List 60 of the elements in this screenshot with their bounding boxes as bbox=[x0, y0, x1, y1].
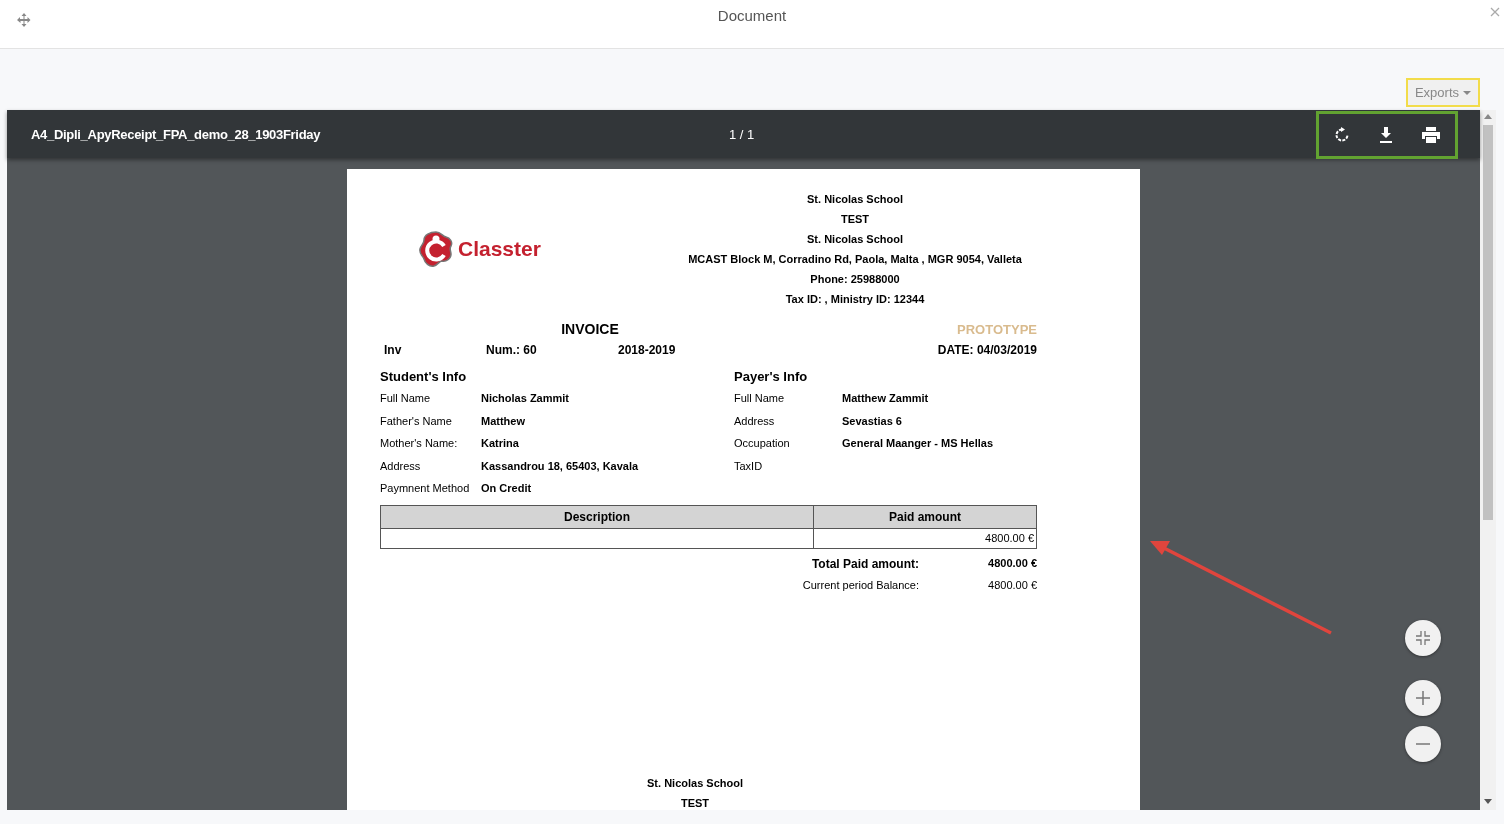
invoice-meta: Inv bbox=[384, 343, 403, 357]
field-value: Sevastias 6 bbox=[842, 414, 903, 427]
total-label: Total Paid amount: bbox=[810, 556, 920, 571]
section-heading: Student's Info bbox=[380, 369, 468, 384]
column-header: Description bbox=[380, 505, 814, 528]
field-value: Nicholas Zammit bbox=[481, 392, 571, 405]
invoice-title: INVOICE bbox=[560, 321, 620, 337]
footer-line: St. Nicolas School bbox=[647, 775, 743, 791]
field-label: Address bbox=[380, 459, 422, 472]
scrollbar-thumb[interactable] bbox=[1483, 125, 1493, 520]
download-icon[interactable] bbox=[1377, 125, 1395, 145]
field-label: TaxID bbox=[734, 459, 764, 472]
school-info-line: St. Nicolas School bbox=[806, 192, 904, 207]
field-label: Paymnent Method bbox=[380, 482, 471, 495]
scrollbar[interactable] bbox=[1480, 110, 1496, 810]
total-label: Current period Balance: bbox=[801, 578, 920, 591]
section-heading: Payer's Info bbox=[734, 369, 809, 384]
field-label: Full Name bbox=[380, 392, 432, 405]
footer-line: TEST bbox=[680, 795, 710, 810]
table-cell: 4800.00 € bbox=[813, 528, 1037, 548]
logo-icon bbox=[418, 230, 454, 268]
collapse-icon bbox=[1416, 631, 1430, 645]
invoice-meta: Num.: 60 bbox=[486, 343, 538, 357]
page-indicator: 1 / 1 bbox=[729, 126, 755, 142]
field-value: Matthew Zammit bbox=[842, 392, 930, 405]
field-label: Mother's Name: bbox=[380, 437, 459, 450]
caret-icon bbox=[1463, 90, 1471, 95]
school-info-line: St. Nicolas School bbox=[806, 232, 904, 247]
field-value: Kassandrou 18, 65403, Kavala bbox=[481, 459, 640, 472]
total-value: 4800.00 € bbox=[987, 556, 1037, 571]
window-title: Document bbox=[717, 6, 787, 24]
watermark-label: PROTOTYPE bbox=[956, 321, 1037, 337]
move-icon[interactable] bbox=[17, 13, 31, 27]
field-label: Address bbox=[734, 414, 776, 427]
school-info-line: TEST bbox=[839, 212, 871, 227]
field-label: Occupation bbox=[734, 437, 791, 450]
invoice-meta: 2018-2019 bbox=[618, 343, 677, 357]
school-info-line: MCAST Block M, Corradino Rd, Paola, Malta , MGR 9054, Valleta bbox=[687, 252, 1023, 267]
file-name: A4_Dipli_ApyReceipt_FPA_demo_28_1903Friday bbox=[31, 126, 321, 142]
column-header: Paid amount bbox=[813, 505, 1037, 528]
print-icon[interactable] bbox=[1420, 125, 1443, 145]
plus-icon bbox=[1416, 691, 1430, 705]
field-value: Matthew bbox=[481, 414, 526, 427]
field-label: Full Name bbox=[734, 392, 786, 405]
field-label: Father's Name bbox=[380, 414, 453, 427]
field-value: Katrina bbox=[481, 437, 520, 450]
minus-icon bbox=[1416, 743, 1430, 745]
zoom-out-button[interactable] bbox=[1405, 726, 1441, 762]
field-value: On Credit bbox=[481, 482, 533, 495]
scroll-down-icon[interactable] bbox=[1484, 799, 1492, 804]
logo-text: Classter bbox=[458, 237, 541, 261]
fit-page-button[interactable] bbox=[1405, 620, 1441, 656]
zoom-in-button[interactable] bbox=[1405, 680, 1441, 716]
exports-button[interactable]: Exports bbox=[1405, 78, 1480, 107]
invoice-meta: DATE: 04/03/2019 bbox=[937, 343, 1037, 357]
field-value: General Maanger - MS Hellas bbox=[842, 437, 994, 450]
school-info-line: Tax ID: , Ministry ID: 12344 bbox=[784, 292, 926, 307]
total-value: 4800.00 € bbox=[987, 578, 1037, 591]
scroll-up-icon[interactable] bbox=[1484, 114, 1492, 119]
school-info-line: Phone: 25988000 bbox=[809, 272, 901, 287]
